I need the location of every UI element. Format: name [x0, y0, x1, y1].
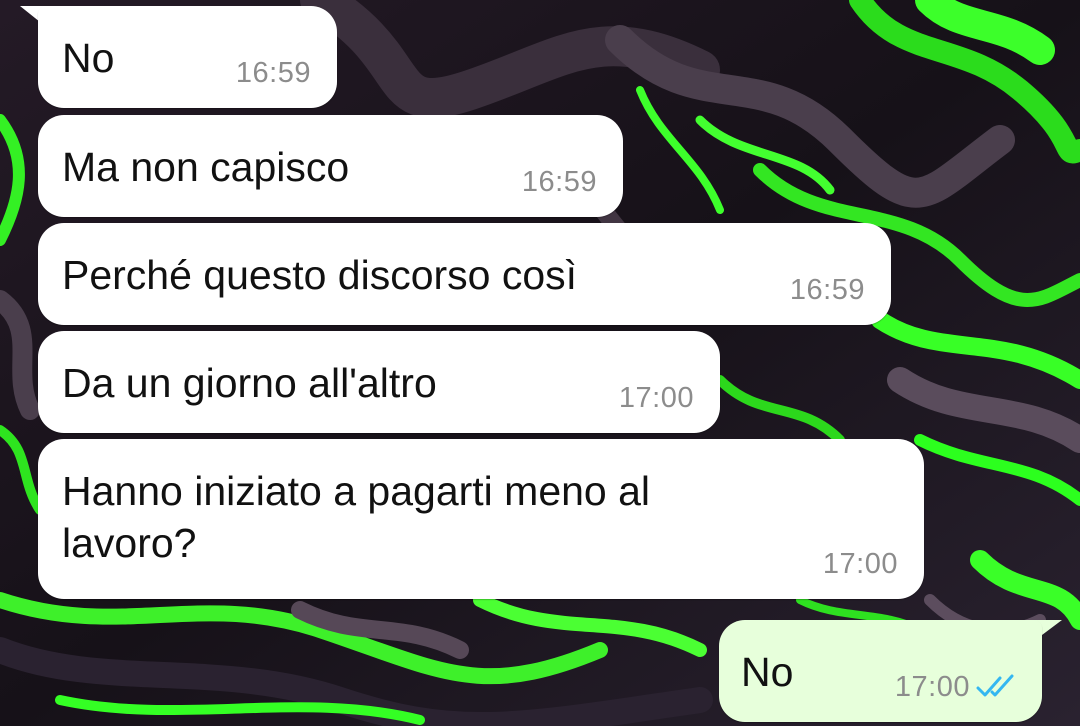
message-timestamp: 16:59 [789, 274, 865, 306]
message-text: Ma non capisco [62, 144, 350, 190]
message-bubble-outgoing[interactable]: No 17:00 [719, 620, 1042, 722]
message-text: Hanno iniziato a pagarti meno al lavoro? [62, 468, 651, 566]
message-timestamp: 17:00 [894, 671, 970, 703]
message-text: No [62, 35, 115, 81]
message-text: Perché questo discorso così [62, 252, 578, 298]
message-timestamp: 16:59 [235, 57, 311, 89]
message-text: No [741, 649, 794, 695]
message-bubble-incoming[interactable]: Da un giorno all'altro 17:00 [38, 331, 720, 433]
double-check-icon [976, 674, 1014, 697]
message-bubble-incoming[interactable]: No 16:59 [38, 6, 337, 108]
message-timestamp: 16:59 [521, 166, 597, 198]
chat-conversation: No 16:59 Ma non capisco 16:59 Perché que… [0, 0, 1080, 726]
message-timestamp: 17:00 [822, 548, 898, 580]
message-text: Da un giorno all'altro [62, 360, 437, 406]
message-timestamp: 17:00 [618, 382, 694, 414]
message-bubble-incoming[interactable]: Ma non capisco 16:59 [38, 115, 623, 217]
message-bubble-incoming[interactable]: Hanno iniziato a pagarti meno al lavoro?… [38, 439, 924, 599]
message-bubble-incoming[interactable]: Perché questo discorso così 16:59 [38, 223, 891, 325]
